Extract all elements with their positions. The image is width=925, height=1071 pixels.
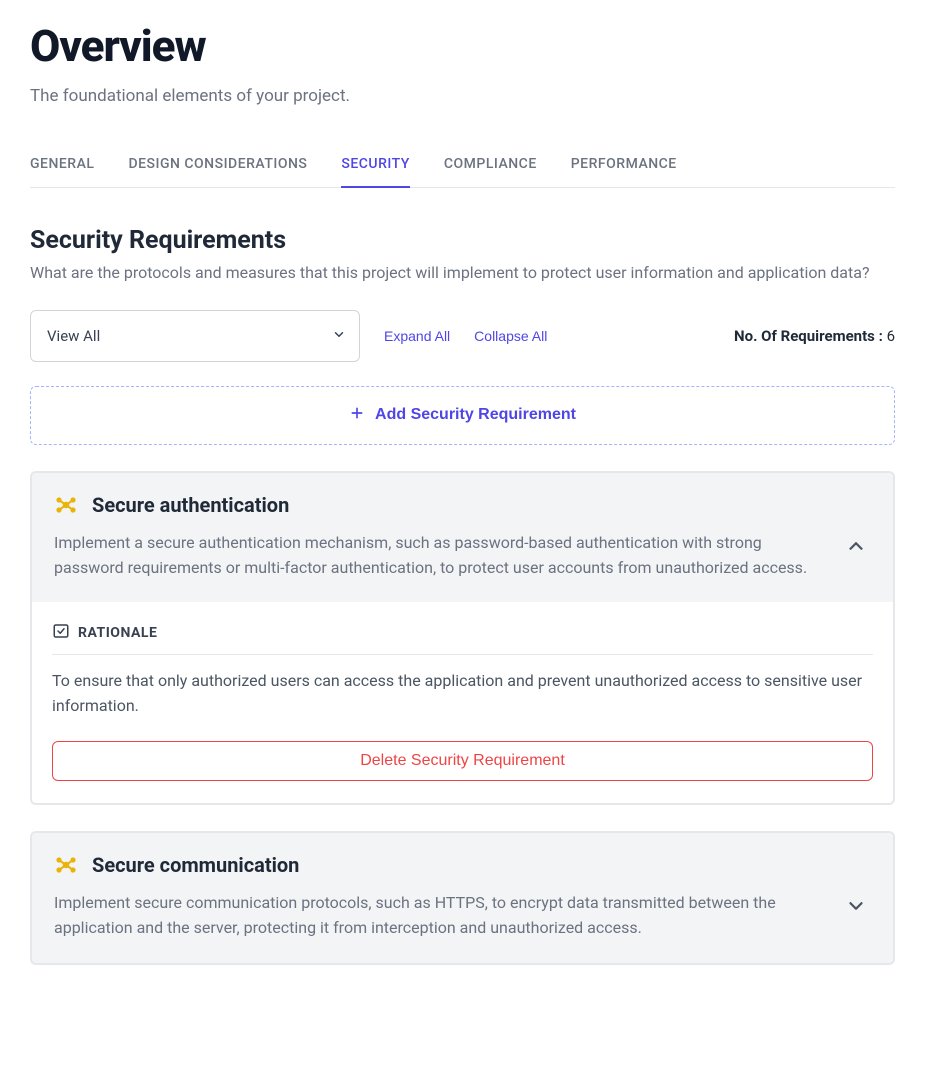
controls-row: View All Expand All Collapse All No. Of … — [30, 310, 895, 362]
requirement-description: Implement secure communication protocols… — [54, 891, 821, 941]
expand-button[interactable] — [841, 891, 871, 924]
tab-security[interactable]: SECURITY — [341, 146, 409, 188]
requirement-header[interactable]: Secure authentication Implement a secure… — [32, 473, 893, 603]
divider — [52, 654, 873, 655]
chevron-up-icon — [845, 545, 867, 560]
requirements-count: No. Of Requirements : 6 — [734, 327, 895, 345]
chevron-down-icon — [845, 905, 867, 920]
checklist-icon — [52, 622, 70, 644]
requirement-header[interactable]: Secure communication Implement secure co… — [32, 833, 893, 963]
tabs: GENERAL DESIGN CONSIDERATIONS SECURITY C… — [30, 146, 895, 188]
network-icon — [54, 853, 78, 877]
tab-design-considerations[interactable]: DESIGN CONSIDERATIONS — [128, 146, 307, 188]
tab-compliance[interactable]: COMPLIANCE — [444, 146, 537, 188]
requirement-description: Implement a secure authentication mechan… — [54, 531, 821, 581]
requirement-title: Secure authentication — [92, 493, 289, 517]
collapse-button[interactable] — [841, 531, 871, 564]
requirements-count-value: 6 — [887, 327, 895, 345]
tab-general[interactable]: GENERAL — [30, 146, 94, 188]
security-requirement-secure-communication: Secure communication Implement secure co… — [30, 831, 895, 965]
section-title: Security Requirements — [30, 226, 895, 255]
tab-performance[interactable]: PERFORMANCE — [571, 146, 677, 188]
add-button-label: Add Security Requirement — [375, 406, 576, 424]
network-icon — [54, 493, 78, 517]
add-security-requirement-button[interactable]: Add Security Requirement — [30, 386, 895, 445]
expand-all-button[interactable]: Expand All — [384, 328, 450, 344]
delete-security-requirement-button[interactable]: Delete Security Requirement — [52, 741, 873, 781]
rationale-text: To ensure that only authorized users can… — [52, 669, 873, 719]
page-subtitle: The foundational elements of your projec… — [30, 86, 895, 106]
page-title: Overview — [30, 20, 895, 72]
security-requirement-secure-authentication: Secure authentication Implement a secure… — [30, 471, 895, 805]
section-description: What are the protocols and measures that… — [30, 261, 895, 286]
collapse-all-button[interactable]: Collapse All — [474, 328, 547, 344]
requirement-title: Secure communication — [92, 853, 299, 877]
requirement-body: RATIONALE To ensure that only authorized… — [32, 602, 893, 803]
rationale-heading: RATIONALE — [78, 625, 157, 641]
filter-select-value[interactable]: View All — [30, 310, 360, 362]
filter-select[interactable]: View All — [30, 310, 360, 362]
plus-icon — [349, 405, 365, 426]
requirements-count-label: No. Of Requirements : — [734, 327, 883, 345]
